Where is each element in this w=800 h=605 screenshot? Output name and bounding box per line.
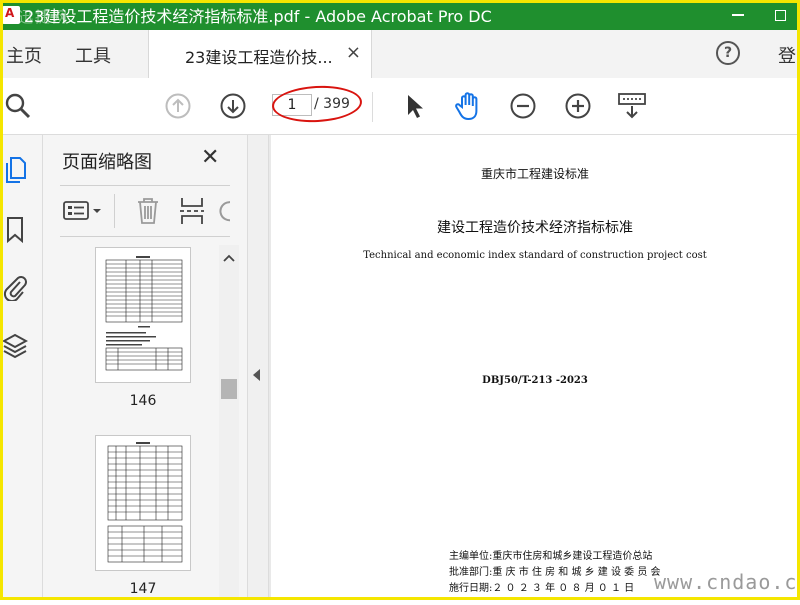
zoom-search-icon[interactable] [2,90,34,122]
bookmark-icon[interactable] [2,215,28,245]
next-page-icon[interactable] [217,90,249,122]
thumbnails-scrollbar[interactable] [219,245,239,600]
insert-page-icon[interactable] [178,196,206,230]
pdf-page: 重庆市工程建设标准 建设工程造价技术经济指标标准 Technical and e… [271,135,799,605]
window-title: 23建设工程造价技术经济指标标准.pdf - Adobe Acrobat Pro… [24,7,492,26]
page-thumbnails-icon[interactable] [2,155,28,185]
main-toolbar: 1 / 399 [0,78,800,135]
thumbnails-panel: 页面缩略图 ✕ 146 147 [43,135,248,600]
document-org: 重庆市工程建设标准 [480,167,589,181]
navigation-rail [0,135,43,600]
tab-document[interactable]: 23建设工程造价技... × [148,30,372,78]
delete-page-icon[interactable] [135,196,161,230]
document-footer-line: 批准部门:重 庆 市 住 房 和 城 乡 建 设 委 员 会 [449,567,661,578]
keyboard-scroll-icon[interactable] [616,90,648,122]
document-title-english: Technical and economic index standard of… [363,250,707,261]
tab-bar: 主页 工具 23建设工程造价技... × ? 登 [0,30,800,79]
zoom-out-icon[interactable] [507,90,539,122]
minimize-icon [732,14,744,16]
document-code: DBJ50/T-213 -2023 [482,375,588,386]
site-watermark: www.cndao.com [654,570,800,594]
panel-title: 页面缩略图 [62,152,152,173]
maximize-icon [774,9,786,21]
thumbnail-preview-146 [105,256,183,371]
panel-toolbar-separator [114,194,115,228]
scroll-up-button[interactable] [219,248,239,268]
panel-toolbar [60,185,230,237]
tab-tools[interactable]: 工具 [75,42,111,68]
document-footer-line: 主编单位:重庆市住房和城乡建设工程造价总站 [449,551,653,562]
hand-tool-icon[interactable] [452,90,484,122]
document-view[interactable]: 重庆市工程建设标准 建设工程造价技术经济指标标准 Technical and e… [269,135,800,605]
sign-in-button[interactable]: 登 [778,42,796,68]
layers-icon[interactable] [2,331,28,361]
page-thumbnail-146[interactable] [95,247,191,383]
page-thumbnail-147[interactable] [95,435,191,571]
select-cursor-icon[interactable] [398,90,430,122]
panel-collapse-handle[interactable] [248,135,269,600]
watermark-logo: 迅捷网 [18,8,70,26]
chevron-up-icon [223,254,235,262]
scrollbar-thumb[interactable] [221,379,237,399]
thumbnail-label-147: 147 [129,581,157,597]
tab-home[interactable]: 主页 [6,42,42,68]
document-tab-label: 23建设工程造价技... [185,48,333,67]
close-panel-button[interactable]: ✕ [201,145,219,170]
minimize-button[interactable] [718,0,758,30]
thumbnail-label-146: 146 [129,393,157,409]
maximize-button[interactable] [760,0,800,30]
collapse-arrow-icon [253,369,260,381]
thumbnail-options-icon[interactable] [62,198,104,228]
toolbar-separator [372,92,373,122]
prev-page-icon[interactable] [162,90,194,122]
rotate-page-icon[interactable] [216,196,230,226]
help-button[interactable]: ? [716,41,740,65]
attachment-icon[interactable] [2,272,28,302]
document-title: 建设工程造价技术经济指标标准 [437,220,633,236]
document-footer-line: 施行日期:２ ０ ２ ３ 年 ０ ８ 月 ０ １ 日 [449,583,635,594]
title-bar: 23建设工程造价技术经济指标标准.pdf - Adobe Acrobat Pro… [0,0,800,30]
thumbnail-preview-147 [107,442,183,563]
close-tab-button[interactable]: × [346,42,361,63]
zoom-in-icon[interactable] [562,90,594,122]
